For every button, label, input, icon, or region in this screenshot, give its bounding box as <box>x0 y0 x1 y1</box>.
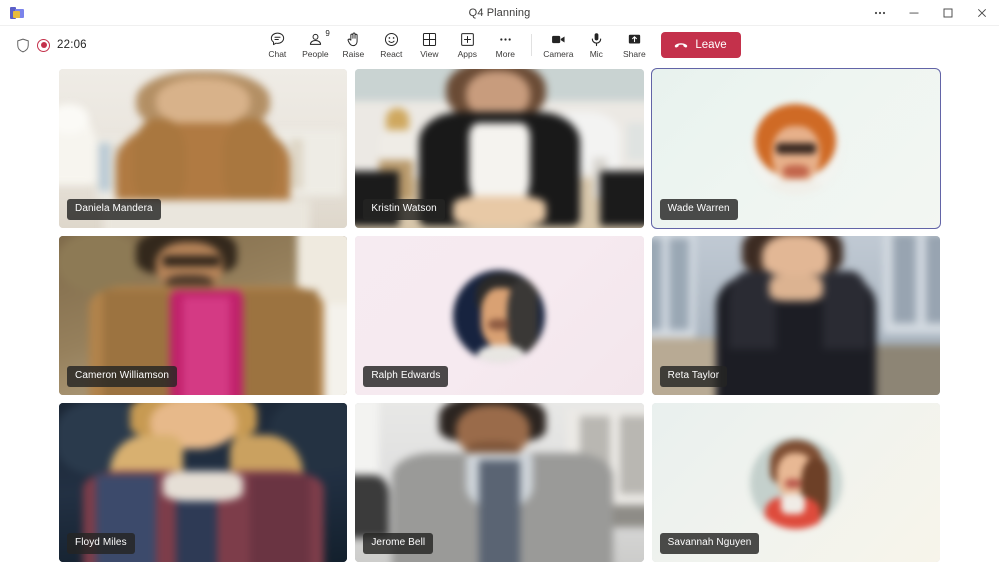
participant-tile[interactable]: Cameron Williamson <box>59 236 347 395</box>
minimize-icon[interactable] <box>897 0 931 26</box>
view-button[interactable]: View <box>410 30 448 60</box>
window-controls <box>863 0 999 26</box>
apps-label: Apps <box>458 49 477 59</box>
mic-button[interactable]: Mic <box>577 30 615 60</box>
chat-button[interactable]: Chat <box>258 30 296 60</box>
view-label: View <box>420 49 438 59</box>
participant-tile[interactable]: Jerome Bell <box>355 403 643 562</box>
window-title: Q4 Planning <box>0 7 999 19</box>
participant-name: Ralph Edwards <box>363 366 448 387</box>
participant-tile[interactable]: Savannah Nguyen <box>652 403 940 562</box>
apps-button[interactable]: Apps <box>448 30 486 60</box>
microphone-icon <box>588 31 605 48</box>
recording-indicator-icon <box>37 39 50 52</box>
participant-tile[interactable]: Ralph Edwards <box>355 236 643 395</box>
participant-tile[interactable]: Daniela Mandera <box>59 69 347 228</box>
share-button[interactable]: Share <box>615 30 653 60</box>
participant-name: Cameron Williamson <box>67 366 177 387</box>
participant-name: Kristin Watson <box>363 199 445 220</box>
hangup-phone-icon <box>673 37 689 53</box>
raise-hand-icon <box>345 31 362 48</box>
maximize-icon[interactable] <box>931 0 965 26</box>
participant-tile[interactable]: Floyd Miles <box>59 403 347 562</box>
chat-icon <box>269 31 286 48</box>
participant-name: Wade Warren <box>660 199 738 220</box>
center-controls: Chat 9 People Raise <box>0 30 999 60</box>
participant-grid: Daniela Mandera <box>0 64 999 562</box>
teams-logo-icon <box>10 6 24 20</box>
participant-name: Savannah Nguyen <box>660 533 760 554</box>
people-button[interactable]: 9 People <box>296 30 334 60</box>
shield-icon <box>16 38 30 53</box>
meeting-control-bar: 22:06 Chat 9 <box>0 26 999 64</box>
participant-name: Reta Taylor <box>660 366 728 387</box>
people-label: People <box>302 49 328 59</box>
share-label: Share <box>623 49 646 59</box>
teams-meeting-window: Q4 Planning 22:06 <box>0 0 999 562</box>
react-button[interactable]: React <box>372 30 410 60</box>
participant-name: Jerome Bell <box>363 533 433 554</box>
title-bar: Q4 Planning <box>0 0 999 26</box>
leave-label: Leave <box>695 39 726 51</box>
avatar <box>453 270 545 362</box>
titlebar-more-button[interactable] <box>863 0 897 26</box>
more-ellipsis-icon <box>497 31 514 48</box>
participant-tile[interactable]: Reta Taylor <box>652 236 940 395</box>
avatar <box>750 103 842 195</box>
participant-name: Floyd Miles <box>67 533 135 554</box>
react-label: React <box>380 49 402 59</box>
camera-label: Camera <box>543 49 573 59</box>
close-icon[interactable] <box>965 0 999 26</box>
people-count-badge: 9 <box>325 30 329 38</box>
avatar <box>750 437 842 529</box>
participant-tile-active-speaker[interactable]: Wade Warren <box>652 69 940 228</box>
apps-plus-icon <box>459 31 476 48</box>
participant-tile[interactable]: Kristin Watson <box>355 69 643 228</box>
meeting-timer: 22:06 <box>57 39 87 51</box>
camera-icon <box>550 31 567 48</box>
chat-label: Chat <box>268 49 286 59</box>
control-divider <box>531 34 532 56</box>
leave-button[interactable]: Leave <box>661 32 740 58</box>
more-button[interactable]: More <box>486 30 524 60</box>
more-label: More <box>496 49 515 59</box>
grid-view-icon <box>421 31 438 48</box>
meeting-status-group: 22:06 <box>8 38 87 53</box>
people-icon: 9 <box>307 31 324 48</box>
raise-label: Raise <box>342 49 364 59</box>
smiley-react-icon <box>383 31 400 48</box>
share-screen-icon <box>626 31 643 48</box>
camera-button[interactable]: Camera <box>539 30 577 60</box>
participant-name: Daniela Mandera <box>67 199 161 220</box>
mic-label: Mic <box>590 49 603 59</box>
raise-hand-button[interactable]: Raise <box>334 30 372 60</box>
